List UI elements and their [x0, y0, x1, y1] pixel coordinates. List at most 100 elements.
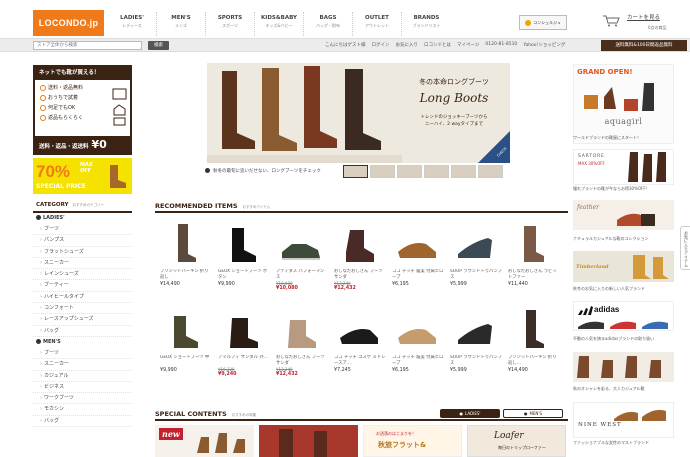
special-tile[interactable] — [259, 425, 358, 457]
category-group-ladies[interactable]: LADIES' — [33, 213, 132, 224]
banner-thumbnail[interactable] — [343, 165, 368, 178]
category-item[interactable]: ワークブーツ — [33, 393, 132, 405]
product-card[interactable]: SOUP ラウンドトゥパンプス ¥5,999 — [450, 308, 508, 377]
product-name: おしなだおしきん ブーツサンダ — [276, 355, 325, 366]
shipping-promo-box[interactable]: ネットでも靴が買える！ 送料・返品無料 おうちで試着 何足でもOK 返品もらくら… — [33, 65, 132, 155]
phone-number: 0120-81-8510 — [485, 42, 518, 47]
product-card[interactable]: ココ チッチ 履美 付属ヒロープ ¥6,195 — [392, 308, 450, 377]
adidas-caption[interactable]: 不動の人気を誇るadidasブランドの取り扱い — [573, 336, 674, 342]
main-nav: LADIES' レディース MEN'S メンズ SPORTS スポーツ KIDS&BA… — [108, 12, 451, 36]
product-card[interactable]: アディダス パフォーマンス ¥10,000 ¥10,080 — [276, 222, 334, 291]
login-link[interactable]: ログイン — [372, 42, 390, 48]
category-item[interactable]: パンプス — [33, 235, 132, 247]
feather-banner[interactable]: feather — [573, 200, 674, 230]
product-card[interactable]: おしなだおしきん ブーツサンダ ¥13,240 ¥12,432 — [276, 308, 334, 377]
product-image — [458, 324, 492, 344]
product-card[interactable]: GEOX ショートブーツ 中 ¥9,990 — [160, 308, 218, 377]
nav-mens[interactable]: MEN'S メンズ — [157, 12, 206, 36]
product-image — [524, 226, 544, 262]
timberland-banner[interactable]: Timberland — [573, 251, 674, 282]
utility-links: こんにちはゲスト様 ログイン お気に入り ロコンドとは マイページ 0120-8… — [325, 42, 571, 48]
adidas-banner[interactable]: adidas — [573, 301, 674, 331]
nav-brands[interactable]: BRANDS ブランドリスト — [402, 12, 451, 36]
favorites-side-tab[interactable]: お気に入りアイテム — [680, 226, 690, 270]
product-card[interactable]: ココ チッチ 履美 付属ヒロープ ¥6,195 — [392, 222, 450, 291]
category-subtitle: おすすめカテゴリー — [72, 203, 104, 207]
category-item[interactable]: フラットシューズ — [33, 247, 132, 258]
sartore-caption[interactable]: 憧れブランドの靴が今ならお得30%OFF！ — [573, 186, 674, 192]
recommended-row-2: GEOX ショートブーツ 中 ¥9,990 アマルフィ サンダル 外… ¥16,… — [160, 308, 566, 377]
product-card[interactable]: ブリジットバーキン 折り返し ¥14,490 — [160, 222, 218, 291]
category-item[interactable]: コンフォート — [33, 303, 132, 315]
casual-caption[interactable]: 秋のオシャレを彩る、大人カジュアル靴 — [573, 386, 674, 392]
category-item[interactable]: カジュアル — [33, 371, 132, 382]
product-card[interactable]: ココ チッチ ユスケ ミドレースア… ¥7,245 — [334, 308, 392, 377]
nine-west-banner[interactable]: NINE WEST — [573, 402, 674, 438]
product-card[interactable]: おしなだおしきん ラビットファー ¥11,440 — [508, 222, 566, 291]
product-price: ¥9,990 — [218, 282, 235, 287]
site-logo[interactable]: LOCONDO.jp — [33, 10, 104, 36]
product-price: ¥9,990 — [160, 368, 177, 373]
sartore-banner[interactable]: SARTORE MAX 30%OFF — [573, 149, 674, 185]
nav-outlet[interactable]: OUTLET アウトレット — [353, 12, 402, 36]
category-item[interactable]: レースアップシューズ — [33, 314, 132, 326]
product-name: アマルフィ サンダル 外… — [218, 355, 268, 360]
tab-ladies[interactable]: LADIES' — [440, 409, 500, 418]
category-group-mens[interactable]: MEN'S — [33, 337, 132, 348]
banner-thumbnail[interactable] — [451, 165, 476, 178]
category-item[interactable]: ブーツ — [33, 348, 132, 360]
concierge-button[interactable]: コンシェルジュ — [519, 15, 567, 30]
category-item[interactable]: スニーカー — [33, 258, 132, 269]
category-item[interactable]: バッグ — [33, 416, 132, 427]
nav-bags[interactable]: BAGS バッグ・財布 — [304, 12, 353, 36]
banner-thumbnail[interactable] — [424, 165, 449, 178]
about-link[interactable]: ロコンドとは — [424, 42, 451, 48]
banner-thumbnails — [343, 165, 505, 178]
special-tile[interactable]: Loafer 毎日のトリップローファー — [467, 425, 566, 457]
product-card[interactable]: SOUP ラウンドトゥパンプス ¥5,999 — [450, 222, 508, 291]
category-item[interactable]: スニーカー — [33, 359, 132, 371]
favorites-link[interactable]: お気に入り — [396, 42, 419, 48]
search-button[interactable]: 検索 — [148, 41, 169, 50]
nav-kids-baby[interactable]: KIDS&BABY キッズ&ベビー — [255, 12, 304, 36]
product-image — [174, 316, 198, 348]
product-price: ¥6,195 — [392, 368, 409, 373]
special-tile[interactable]: new — [155, 425, 254, 457]
new-badge: new — [159, 428, 183, 440]
grand-open-caption[interactable]: ワールドブランドの靴屋にスタート！ — [573, 135, 674, 141]
hero-banner[interactable]: 冬の本命ロングブーツ Long Boots トレンドのジョッキーブーツから ニー… — [207, 63, 510, 163]
grand-open-title: GRAND OPEN! — [577, 68, 633, 76]
yahoo-shopping-link[interactable]: Yahoo!ショッピング — [523, 42, 565, 48]
sale-banner[interactable]: 70% MAX OFF SPECIAL PRICE — [33, 158, 132, 194]
product-card[interactable]: アマルフィ サンダル 外… ¥16,320 ¥9,240 — [218, 308, 276, 377]
search-input[interactable] — [33, 41, 142, 50]
category-item[interactable]: ブーツ — [33, 224, 132, 236]
category-item[interactable]: バッグ — [33, 326, 132, 337]
category-item[interactable]: ブーティー — [33, 280, 132, 292]
product-card[interactable]: ブリジットバーキン 折り返し… ¥14,490 — [508, 308, 566, 377]
special-tile[interactable]: お洒落のはじまりを！ 秋旅フラット& — [363, 425, 462, 457]
long-boots-image — [207, 66, 402, 163]
timberland-caption[interactable]: 秋冬のお気に入りの新しい人気ブランド — [573, 286, 674, 292]
category-item[interactable]: モカシン — [33, 404, 132, 416]
mypage-link[interactable]: マイページ — [457, 42, 479, 48]
product-card[interactable]: GEOX ショートブーツ ボタン ¥9,990 — [218, 222, 276, 291]
banner-thumbnail[interactable] — [397, 165, 422, 178]
promo-footer-yen: ¥0 — [91, 138, 107, 151]
category-item[interactable]: レインシューズ — [33, 269, 132, 281]
category-item[interactable]: ビジネス — [33, 382, 132, 393]
banner-thumbnail[interactable] — [370, 165, 395, 178]
grand-open-banner[interactable]: GRAND OPEN! aquagirl — [573, 64, 674, 144]
tab-mens[interactable]: MEN'S — [503, 409, 563, 418]
banner-thumbnail[interactable] — [478, 165, 503, 178]
casual-banner[interactable] — [573, 352, 674, 382]
nav-label: OUTLET — [365, 15, 389, 21]
cart-link[interactable]: カートを見る 0点の商品 — [602, 11, 690, 33]
nav-sports[interactable]: SPORTS スポーツ — [206, 12, 255, 36]
product-card[interactable]: おしなだおしきん ブーツサンダ ¥13,240 ¥12,432 — [334, 222, 392, 291]
aquagirl-image — [584, 83, 654, 111]
nav-ladies[interactable]: LADIES' レディース — [108, 12, 157, 36]
category-item[interactable]: ハイヒールタイプ — [33, 292, 132, 303]
feather-caption[interactable]: ナチュラルカジュアルな靴のコレクション — [573, 236, 674, 242]
nine-west-caption[interactable]: ファッショナブルな女性のマストブランド — [573, 440, 674, 446]
